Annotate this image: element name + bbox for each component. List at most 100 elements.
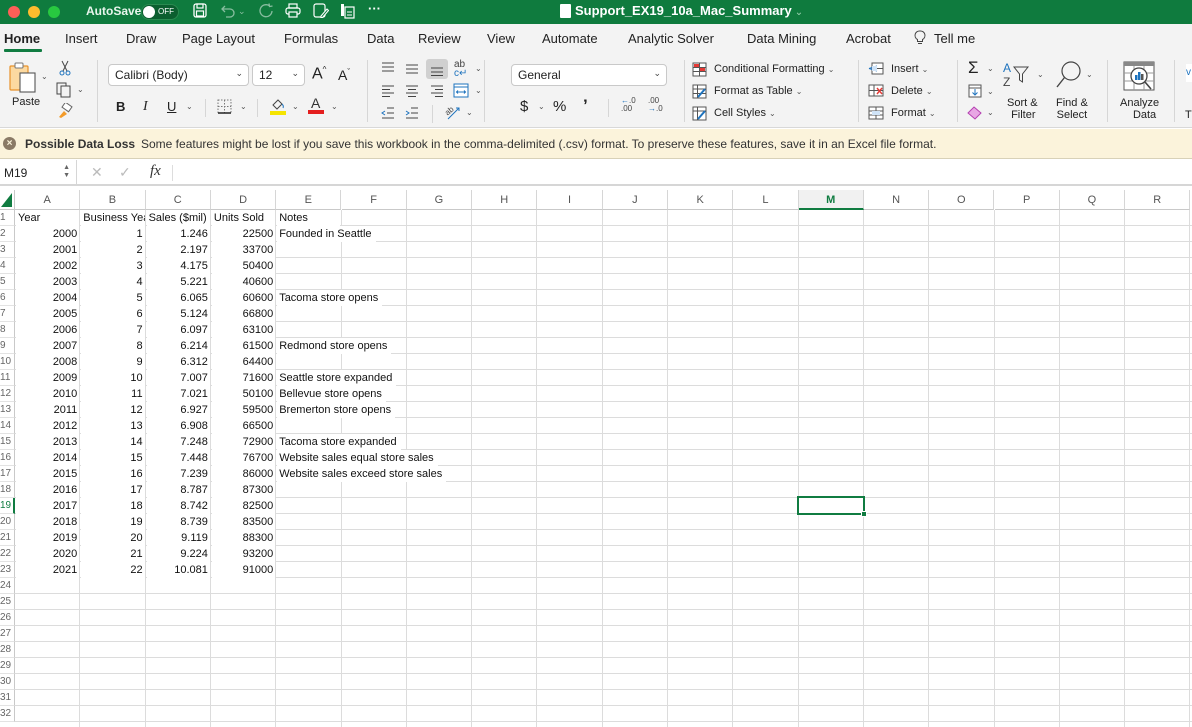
table-cell[interactable]: 2021	[16, 562, 80, 578]
table-cell[interactable]: 76700	[211, 450, 276, 466]
column-header-n[interactable]: N	[863, 190, 930, 210]
table-cell[interactable]: 20	[81, 530, 145, 546]
fill-dropdown-icon[interactable]: ⌄	[987, 87, 994, 96]
underline-button[interactable]: U	[167, 99, 176, 114]
currency-button[interactable]: $	[520, 98, 528, 115]
currency-dropdown-icon[interactable]: ⌄	[538, 102, 545, 111]
tab-acrobat[interactable]: Acrobat	[846, 31, 891, 46]
table-cell[interactable]: 7.021	[146, 386, 210, 402]
table-cell[interactable]: 10	[81, 370, 145, 386]
row-header-14[interactable]: 14	[0, 418, 15, 434]
table-cell[interactable]: 7.007	[146, 370, 210, 386]
tab-home[interactable]: Home	[4, 31, 40, 46]
table-cell[interactable]: 71600	[211, 370, 276, 386]
row-header-32[interactable]: 32	[0, 706, 15, 722]
comma-style-button[interactable]: ’	[583, 96, 588, 116]
table-cell[interactable]: 50400	[211, 258, 276, 274]
tab-data[interactable]: Data	[367, 31, 394, 46]
tab-analytic-solver[interactable]: Analytic Solver	[628, 31, 714, 46]
notes-cell[interactable]: Seattle store expanded	[277, 370, 397, 386]
row-header-29[interactable]: 29	[0, 658, 15, 674]
table-cell[interactable]: 66500	[211, 418, 276, 434]
enter-icon[interactable]: ✓	[119, 164, 131, 181]
table-cell[interactable]: 2007	[16, 338, 80, 354]
table-cell[interactable]: 6.312	[146, 354, 210, 370]
conditional-formatting-icon[interactable]	[692, 62, 707, 80]
table-cell[interactable]: 8.787	[146, 482, 210, 498]
column-header-k[interactable]: K	[668, 190, 734, 210]
sort-filter-button[interactable]: Sort & Filter	[1007, 97, 1038, 121]
delete-cells-icon[interactable]	[868, 84, 884, 100]
autosave-toggle[interactable]: OFF	[141, 4, 179, 20]
selected-cell-m19[interactable]	[796, 496, 867, 517]
align-top-icon[interactable]	[381, 62, 395, 77]
undo-icon[interactable]	[220, 3, 236, 21]
table-cell[interactable]: 8	[81, 338, 145, 354]
table-cell[interactable]: 7.239	[146, 466, 210, 482]
table-cell[interactable]: 13	[81, 418, 145, 434]
table-cell[interactable]: 18	[81, 498, 145, 514]
row-header-25[interactable]: 25	[0, 594, 15, 610]
table-cell[interactable]: 2012	[16, 418, 80, 434]
row-header-7[interactable]: 7	[0, 306, 15, 322]
table-cell[interactable]: 9.224	[146, 546, 210, 562]
table-cell[interactable]: 2006	[16, 322, 80, 338]
column-header-b[interactable]: B	[80, 190, 146, 210]
table-cell[interactable]: 9	[81, 354, 145, 370]
column-header-l[interactable]: L	[733, 190, 799, 210]
row-header-26[interactable]: 26	[0, 610, 15, 626]
format-button[interactable]: Format ⌄	[891, 107, 936, 119]
row-header-5[interactable]: 5	[0, 274, 15, 290]
notes-cell[interactable]: Tacoma store opens	[277, 290, 383, 306]
table-cell[interactable]: 9.119	[146, 530, 210, 546]
row-header-11[interactable]: 11	[0, 370, 15, 386]
formula-input[interactable]	[178, 166, 1178, 182]
save-as-icon[interactable]	[313, 3, 330, 21]
table-cell[interactable]: 60600	[211, 290, 276, 306]
table-cell[interactable]: 8.739	[146, 514, 210, 530]
merge-center-icon[interactable]	[453, 83, 469, 101]
font-size-dropdown[interactable]: 12 ⌄	[252, 64, 305, 86]
notes-cell[interactable]: Website sales equal store sales	[277, 450, 438, 466]
table-cell[interactable]: 6.214	[146, 338, 210, 354]
header-cell[interactable]: Sales ($mil)	[146, 210, 210, 226]
underline-dropdown-icon[interactable]: ⌄	[186, 102, 193, 111]
row-header-13[interactable]: 13	[0, 402, 15, 418]
row-header-16[interactable]: 16	[0, 450, 15, 466]
tab-insert[interactable]: Insert	[65, 31, 98, 46]
column-header-i[interactable]: I	[537, 190, 603, 210]
percent-button[interactable]: %	[553, 98, 566, 115]
print-icon[interactable]	[285, 3, 301, 21]
table-cell[interactable]: 2	[81, 242, 145, 258]
table-cell[interactable]: 2017	[16, 498, 80, 514]
header-cell[interactable]: Notes	[277, 210, 341, 226]
align-bottom-button[interactable]	[426, 59, 448, 79]
undo-dropdown-icon[interactable]: ⌄	[238, 6, 246, 17]
table-cell[interactable]: 2000	[16, 226, 80, 242]
tab-page-layout[interactable]: Page Layout	[182, 31, 255, 46]
column-header-j[interactable]: J	[602, 190, 668, 210]
table-cell[interactable]: 2.197	[146, 242, 210, 258]
table-cell[interactable]: 2018	[16, 514, 80, 530]
row-header-21[interactable]: 21	[0, 530, 15, 546]
header-cell[interactable]: Business Yea	[81, 210, 145, 226]
table-cell[interactable]: 11	[81, 386, 145, 402]
row-header-22[interactable]: 22	[0, 546, 15, 562]
tab-data-mining[interactable]: Data Mining	[747, 31, 816, 46]
copy-icon[interactable]	[56, 82, 72, 101]
wrap-text-icon[interactable]: ab c↵	[454, 60, 467, 79]
align-middle-icon[interactable]	[405, 62, 419, 77]
row-header-19[interactable]: 19	[0, 498, 15, 514]
orientation-dropdown-icon[interactable]: ⌄	[466, 108, 473, 117]
fill-icon[interactable]	[968, 84, 982, 101]
orientation-icon[interactable]: ab	[443, 104, 462, 123]
borders-icon[interactable]	[217, 99, 232, 117]
row-header-31[interactable]: 31	[0, 690, 15, 706]
column-header-a[interactable]: A	[15, 190, 81, 210]
minimize-window-button[interactable]	[28, 6, 40, 18]
table-cell[interactable]: 1	[81, 226, 145, 242]
row-header-20[interactable]: 20	[0, 514, 15, 530]
row-header-30[interactable]: 30	[0, 674, 15, 690]
row-header-9[interactable]: 9	[0, 338, 15, 354]
table-cell[interactable]: 86000	[211, 466, 276, 482]
